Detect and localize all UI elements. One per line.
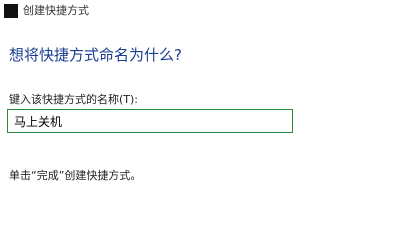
window-title: 创建快捷方式 [23, 4, 89, 17]
shortcut-name-label: 键入该快捷方式的名称(T): [9, 93, 139, 106]
title-bar: 创建快捷方式 [4, 3, 89, 19]
finish-hint: 单击“完成”创建快捷方式。 [9, 169, 142, 182]
shortcut-icon [4, 4, 18, 18]
page-heading: 想将快捷方式命名为什么? [9, 46, 182, 64]
shortcut-name-input[interactable] [7, 109, 293, 133]
create-shortcut-wizard: 创建快捷方式 想将快捷方式命名为什么? 键入该快捷方式的名称(T): 单击“完成… [0, 0, 409, 251]
